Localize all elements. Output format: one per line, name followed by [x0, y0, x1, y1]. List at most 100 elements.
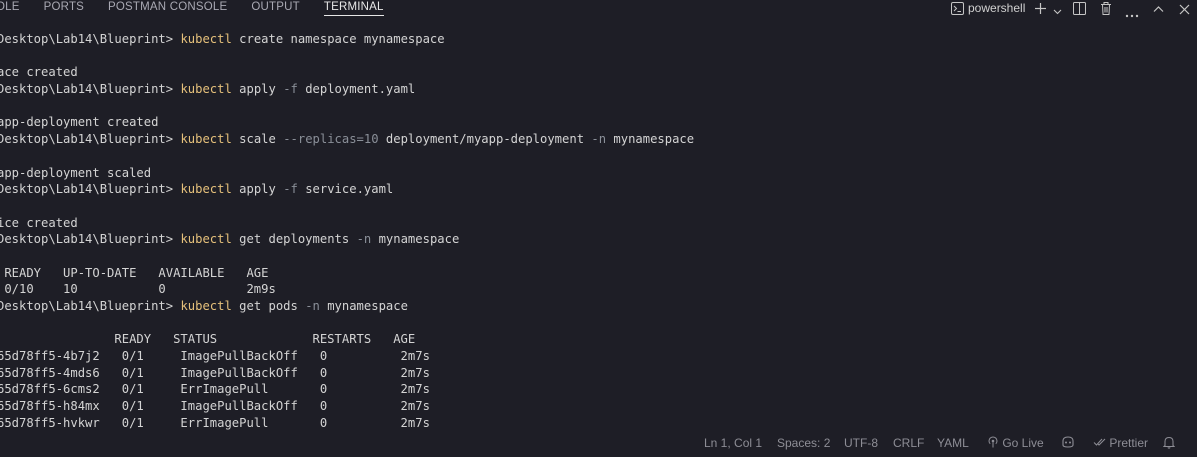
tab-output[interactable]: OUTPUT [251, 0, 299, 18]
copilot-icon [1061, 436, 1075, 448]
parameter-token: -n [356, 232, 372, 247]
double-check-icon [1093, 436, 1106, 446]
tab-postman-console[interactable]: POSTMAN CONSOLE [108, 0, 227, 18]
terminal-text: ice created [0, 215, 78, 230]
terminal-line: app-deployment created [0, 114, 1197, 131]
terminal-line: Desktop\Lab14\Blueprint> kubectl get pod… [0, 298, 1197, 315]
terminal-line: READY STATUS RESTARTS AGE [0, 331, 1197, 348]
terminal-text: Desktop\Lab14\Blueprint> [0, 132, 181, 147]
more-actions-button[interactable] [1119, 0, 1145, 18]
indentation-setting[interactable]: Spaces: 2 [777, 436, 830, 450]
terminal-line: Desktop\Lab14\Blueprint> kubectl apply -… [0, 81, 1197, 98]
status-bar: Ln 1, Col 1 Spaces: 2 UTF-8 CRLF YAML Go… [0, 432, 1197, 457]
terminal-text: 65d78ff5-4mds6 0/1 ImagePullBackOff 0 2m… [0, 365, 430, 380]
tab-terminal[interactable]: TERMINAL [323, 0, 384, 16]
trash-icon [1100, 1, 1112, 15]
terminal-text: get pods [231, 299, 306, 313]
terminal-text: 0/10 10 0 2m9s [0, 282, 276, 297]
notifications-button[interactable] [1162, 436, 1176, 450]
terminal-line: Desktop\Lab14\Blueprint> kubectl create … [0, 31, 1197, 48]
parameter-token: -f [283, 182, 298, 197]
terminal-output[interactable]: Desktop\Lab14\Blueprint> kubectl create … [0, 31, 1197, 431]
terminal-text: scale [231, 132, 284, 147]
bell-icon [1162, 436, 1176, 449]
go-live-label: Go Live [1002, 436, 1044, 450]
terminal-text: apply [231, 182, 284, 197]
terminal-text: Desktop\Lab14\Blueprint> [0, 82, 181, 97]
terminal-line: 65d78ff5-hvkwr 0/1 ErrImagePull 0 2m7s [0, 415, 1197, 431]
close-panel-button[interactable] [1171, 0, 1197, 16]
close-icon [1179, 3, 1190, 14]
parameter-token: --replicas=10 [283, 132, 379, 147]
terminal-text: mynamespace [319, 299, 408, 313]
terminal-text: Desktop\Lab14\Blueprint> [0, 182, 181, 197]
terminal-selector[interactable]: powershell [951, 0, 1031, 16]
split-terminal-button[interactable] [1065, 0, 1093, 16]
terminal-text: Desktop\Lab14\Blueprint> [0, 299, 181, 313]
command-token: kubectl [180, 132, 232, 147]
terminal-text: Desktop\Lab14\Blueprint> [0, 232, 181, 247]
terminal-line: Desktop\Lab14\Blueprint> kubectl apply -… [0, 181, 1197, 198]
parameter-token: -n [591, 132, 607, 147]
terminal-line: 65d78ff5-4b7j2 0/1 ImagePullBackOff 0 2m… [0, 348, 1197, 365]
language-mode[interactable]: YAML [937, 436, 969, 450]
new-terminal-button[interactable] [1031, 0, 1049, 16]
terminal-text: ace created [0, 65, 78, 80]
terminal-text: mynamespace [606, 132, 695, 147]
command-token: kubectl [180, 82, 232, 97]
tab-ports[interactable]: PORTS [44, 0, 84, 18]
terminal-name: powershell [968, 1, 1026, 15]
terminal-text: app-deployment created [0, 115, 159, 130]
terminal-line: ice created [0, 215, 1197, 232]
terminal-text: Desktop\Lab14\Blueprint> [0, 32, 181, 46]
terminal-text: 65d78ff5-hvkwr 0/1 ErrImagePull 0 2m7s [0, 415, 430, 430]
copilot-button[interactable] [1061, 436, 1075, 450]
encoding-setting[interactable]: UTF-8 [844, 436, 878, 450]
terminal-line: 65d78ff5-6cms2 0/1 ErrImagePull 0 2m7s [0, 381, 1197, 398]
terminal-text: 65d78ff5-4b7j2 0/1 ImagePullBackOff 0 2m… [0, 349, 430, 364]
terminal-text: deployment/myapp-deployment [378, 132, 592, 147]
go-live-button[interactable]: Go Live [987, 436, 1044, 450]
terminal-text: app-deployment scaled [0, 165, 152, 180]
terminal-dropdown-button[interactable] [1049, 0, 1065, 16]
terminal-text: READY UP-TO-DATE AVAILABLE AGE [0, 265, 269, 280]
parameter-token: -f [283, 82, 298, 97]
maximize-panel-button[interactable] [1145, 0, 1171, 16]
kill-terminal-button[interactable] [1093, 0, 1119, 16]
plus-icon [1034, 2, 1047, 15]
split-icon [1072, 1, 1086, 15]
command-token: kubectl [180, 32, 232, 46]
terminal-text: deployment.yaml [297, 82, 416, 97]
terminal-text: create namespace mynamespace [231, 32, 445, 46]
terminal-line: app-deployment scaled [0, 165, 1197, 182]
prettier-button[interactable]: Prettier [1093, 436, 1148, 450]
more-icon [1125, 6, 1139, 18]
command-token: kubectl [180, 299, 232, 313]
terminal-text: READY STATUS RESTARTS AGE [0, 332, 416, 347]
terminal-line: 0/10 10 0 2m9s [0, 281, 1197, 298]
broadcast-icon [987, 436, 999, 448]
command-token: kubectl [180, 232, 232, 247]
chevron-down-icon [1053, 4, 1062, 14]
terminal-line: 65d78ff5-h84mx 0/1 ImagePullBackOff 0 2m… [0, 398, 1197, 415]
terminal-line: Desktop\Lab14\Blueprint> kubectl scale -… [0, 131, 1197, 148]
terminal-text: get deployments [231, 232, 357, 247]
eol-setting[interactable]: CRLF [893, 436, 924, 450]
cursor-position[interactable]: Ln 1, Col 1 [704, 436, 762, 450]
terminal-toolbar: powershell [951, 0, 1197, 18]
terminal-text: 65d78ff5-h84mx 0/1 ImagePullBackOff 0 2m… [0, 399, 430, 414]
terminal-text: service.yaml [297, 182, 394, 197]
terminal-line: READY UP-TO-DATE AVAILABLE AGE [0, 265, 1197, 282]
terminal-line: Desktop\Lab14\Blueprint> kubectl get dep… [0, 231, 1197, 248]
command-token: kubectl [180, 182, 232, 197]
parameter-token: -n [305, 299, 320, 313]
terminal-text: mynamespace [371, 232, 460, 247]
tab-console[interactable]: OLE [0, 0, 20, 18]
terminal-text: 65d78ff5-6cms2 0/1 ErrImagePull 0 2m7s [0, 382, 430, 397]
terminal-line: ace created [0, 64, 1197, 81]
terminal-line: 65d78ff5-4mds6 0/1 ImagePullBackOff 0 2m… [0, 365, 1197, 382]
